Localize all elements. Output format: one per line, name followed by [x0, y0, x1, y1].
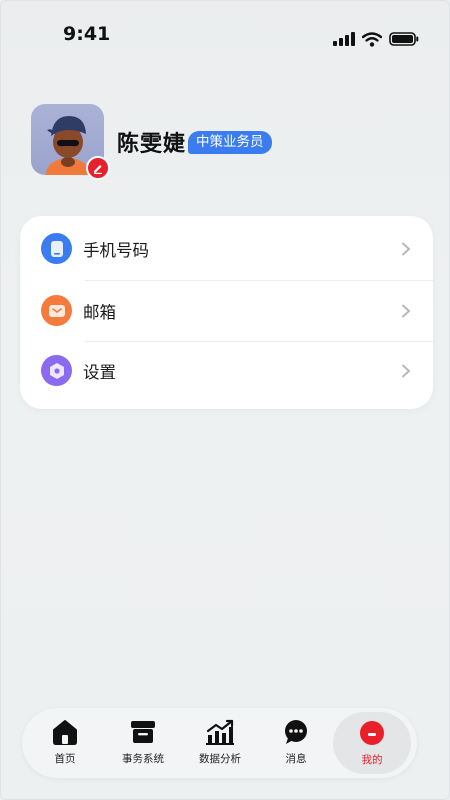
tab-label-home: 首页: [54, 753, 76, 765]
menu-item-phone[interactable]: 手机号码: [20, 218, 433, 279]
tab-label-mine: 我的: [361, 754, 383, 766]
battery-icon: [389, 32, 419, 46]
signal-icon: [333, 32, 355, 46]
chart-icon: [205, 718, 235, 746]
phone-icon: [41, 233, 72, 264]
tab-label-analytics: 数据分析: [199, 753, 241, 765]
app-screen: 9:41 陈雯婕 中策业务员 手机号码 邮箱 设置 首页 事务系统 数据分析 消…: [0, 0, 450, 800]
mail-icon: [41, 295, 72, 326]
role-badge: 中策业务员: [188, 131, 272, 154]
message-icon: [281, 718, 311, 746]
tab-label-messages: 消息: [285, 753, 307, 765]
chevron-right-icon: [402, 364, 411, 377]
home-icon: [50, 718, 80, 746]
menu-label-settings: 设置: [83, 362, 116, 382]
status-icons: [333, 30, 419, 48]
settings-menu-card: 手机号码 邮箱 设置: [20, 216, 433, 409]
tab-affairs[interactable]: 事务系统: [105, 708, 181, 778]
menu-label-email: 邮箱: [83, 302, 116, 322]
chevron-right-icon: [402, 304, 411, 317]
archive-icon: [128, 718, 158, 746]
menu-item-email[interactable]: 邮箱: [20, 280, 433, 341]
chevron-right-icon: [402, 242, 411, 255]
tab-home[interactable]: 首页: [27, 708, 103, 778]
wifi-icon: [362, 31, 382, 47]
menu-label-phone: 手机号码: [83, 240, 149, 260]
tab-analytics[interactable]: 数据分析: [182, 708, 258, 778]
menu-item-settings[interactable]: 设置: [20, 340, 433, 401]
edit-avatar-button[interactable]: [86, 156, 110, 180]
settings-icon: [41, 355, 72, 386]
tab-label-affairs: 事务系统: [122, 753, 164, 765]
profile-icon: [357, 719, 387, 747]
bottom-tab-bar: 首页 事务系统 数据分析 消息 我的: [22, 708, 417, 778]
pencil-icon: [94, 165, 102, 174]
tab-messages[interactable]: 消息: [258, 708, 334, 778]
status-time: 9:41: [63, 23, 111, 45]
status-bar: 9:41: [1, 1, 449, 71]
tab-mine[interactable]: 我的: [333, 712, 411, 774]
user-name: 陈雯婕: [117, 132, 187, 157]
